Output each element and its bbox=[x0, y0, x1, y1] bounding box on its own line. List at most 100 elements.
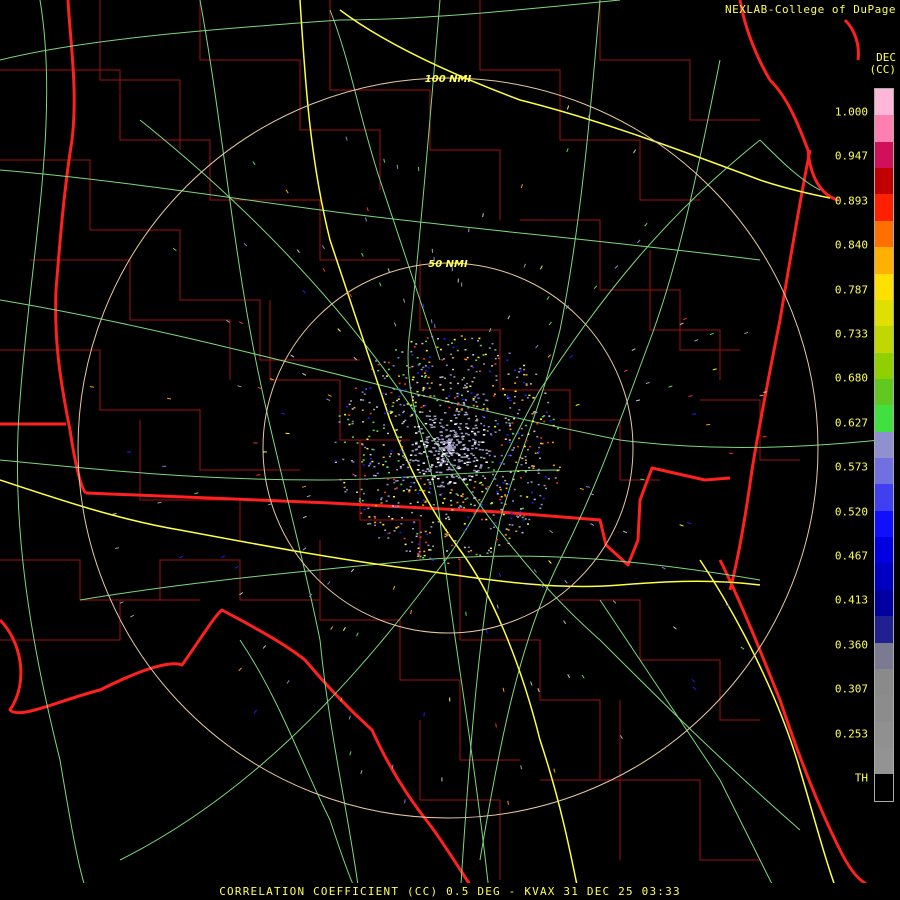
radar-echo bbox=[356, 491, 358, 493]
radar-echo bbox=[487, 426, 490, 428]
radar-echo bbox=[460, 456, 464, 458]
radar-echo bbox=[430, 424, 433, 426]
radar-echo bbox=[468, 475, 471, 477]
radar-echo bbox=[481, 490, 484, 493]
radar-echo bbox=[373, 373, 376, 376]
radar-echo bbox=[525, 384, 528, 387]
radar-echo bbox=[458, 393, 461, 395]
radar-echo bbox=[523, 381, 526, 384]
radar-echo bbox=[344, 413, 347, 416]
radar-echo bbox=[417, 460, 420, 462]
radar-echo bbox=[399, 467, 402, 469]
radar-echo bbox=[461, 398, 464, 401]
radar-echo bbox=[382, 456, 385, 458]
radar-echo bbox=[367, 417, 370, 419]
radar-echo bbox=[453, 446, 456, 448]
radar-echo bbox=[502, 513, 505, 516]
radar-echo bbox=[448, 441, 451, 444]
radar-echo bbox=[416, 501, 419, 503]
radar-echo bbox=[457, 459, 461, 461]
radar-echo bbox=[374, 474, 377, 477]
radar-echo bbox=[364, 388, 367, 391]
radar-echo bbox=[343, 441, 346, 444]
radar-echo bbox=[392, 401, 395, 404]
radar-echo bbox=[444, 377, 447, 380]
radar-echo bbox=[491, 461, 494, 463]
radar-echo bbox=[444, 400, 447, 403]
radar-echo bbox=[354, 475, 357, 477]
radar-echo bbox=[471, 430, 474, 433]
radar-echo bbox=[759, 394, 764, 397]
radar-echo bbox=[431, 440, 434, 442]
radar-echo bbox=[433, 454, 436, 456]
radar-echo bbox=[428, 470, 431, 472]
radar-echo bbox=[417, 555, 420, 558]
radar-echo bbox=[511, 449, 514, 451]
radar-echo bbox=[397, 436, 400, 438]
radar-echo bbox=[475, 447, 478, 449]
radar-echo bbox=[540, 437, 543, 439]
legend-swatch bbox=[875, 458, 893, 485]
radar-echo bbox=[557, 427, 559, 430]
radar-echo bbox=[487, 450, 491, 452]
radar-echo bbox=[537, 451, 540, 453]
radar-echo bbox=[467, 449, 470, 452]
radar-echo bbox=[371, 460, 374, 463]
radar-echo bbox=[410, 350, 413, 353]
radar-echo bbox=[396, 469, 398, 471]
radar-echo bbox=[432, 521, 435, 524]
radar-echo bbox=[445, 513, 448, 516]
radar-echo bbox=[89, 386, 94, 388]
radar-echo bbox=[386, 483, 389, 486]
radar-echo bbox=[407, 466, 410, 469]
radar-echo bbox=[465, 423, 468, 425]
radar-echo bbox=[443, 442, 446, 444]
radar-echo bbox=[537, 472, 540, 474]
radar-echo bbox=[430, 319, 433, 324]
radar-echo bbox=[429, 492, 432, 495]
radar-echo bbox=[430, 451, 433, 453]
legend-swatch bbox=[875, 115, 893, 142]
legend-swatch bbox=[875, 141, 893, 169]
radar-echo bbox=[389, 412, 392, 414]
radar-echo bbox=[423, 372, 426, 374]
radar-echo bbox=[393, 388, 396, 390]
radar-echo bbox=[512, 500, 514, 502]
radar-echo bbox=[405, 459, 408, 461]
legend-swatch bbox=[875, 642, 893, 669]
radar-echo bbox=[545, 411, 548, 414]
radar-echo bbox=[454, 482, 457, 484]
radar-echo bbox=[393, 530, 396, 532]
radar-echo bbox=[451, 451, 454, 454]
radar-echo bbox=[374, 517, 377, 519]
radar-echo bbox=[531, 491, 534, 494]
radar-echo bbox=[453, 464, 456, 467]
radar-echo bbox=[445, 429, 448, 431]
radar-echo bbox=[475, 415, 477, 417]
radar-echo bbox=[443, 559, 446, 561]
radar-echo bbox=[395, 349, 397, 351]
radar-echo bbox=[514, 390, 517, 393]
credit-label: NEXLAB-College of DuPage bbox=[725, 3, 896, 16]
radar-echo bbox=[510, 517, 513, 519]
radar-echo bbox=[502, 482, 505, 484]
radar-echo bbox=[524, 518, 527, 520]
radar-echo bbox=[387, 537, 390, 539]
legend-tick: 0.787 bbox=[834, 283, 868, 297]
radar-echo bbox=[386, 466, 389, 468]
radar-echo bbox=[524, 455, 527, 458]
radar-echo bbox=[478, 441, 481, 443]
radar-echo bbox=[462, 402, 465, 404]
radar-echo bbox=[509, 428, 512, 431]
radar-echo bbox=[363, 508, 366, 511]
radar-echo bbox=[518, 526, 521, 528]
radar-echo bbox=[391, 764, 394, 769]
radar-echo bbox=[508, 483, 511, 485]
radar-echo bbox=[411, 365, 414, 368]
radar-echo bbox=[366, 438, 369, 440]
radar-echo bbox=[387, 515, 390, 518]
radar-echo bbox=[385, 500, 388, 502]
radar-echo bbox=[525, 424, 528, 427]
radar-echo bbox=[417, 543, 420, 545]
legend-swatch bbox=[875, 721, 893, 748]
